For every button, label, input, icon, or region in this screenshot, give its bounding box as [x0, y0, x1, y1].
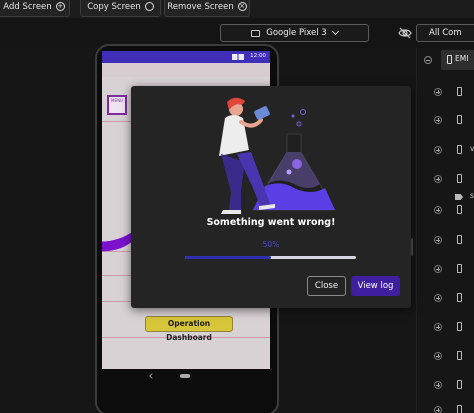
operation-dashboard-button[interactable]: Operation Dashboard — [145, 316, 233, 342]
home-nav-icon[interactable] — [180, 374, 190, 378]
tree-row[interactable] — [417, 86, 474, 100]
expand-icon[interactable] — [434, 294, 442, 302]
device-icon — [457, 145, 462, 154]
menu-icon-label: MENU — [111, 98, 123, 103]
device-selector[interactable]: Google Pixel 3 — [220, 24, 369, 42]
scientist-flask-illustration — [219, 97, 336, 214]
status-time: 12:00 — [250, 53, 266, 59]
remove-screen-button[interactable]: Remove Screen × — [164, 0, 250, 17]
component-tree-panel: EMI v s — [416, 48, 474, 413]
eye-off-icon[interactable] — [398, 27, 412, 39]
device-icon — [457, 115, 462, 124]
back-nav-icon[interactable] — [149, 373, 155, 379]
tree-row[interactable] — [417, 114, 474, 128]
expand-icon[interactable] — [434, 323, 442, 331]
close-button[interactable]: Close — [307, 276, 346, 296]
copy-screen-label: Copy Screen — [87, 1, 141, 12]
expand-icon[interactable] — [434, 352, 442, 360]
tree-row[interactable] — [417, 263, 474, 277]
progress-bar-fill — [185, 256, 271, 259]
device-icon — [457, 205, 462, 214]
tree-root-label: EMI — [455, 54, 469, 63]
progress-percent: 50% — [262, 240, 280, 249]
status-bar: 12:00 — [102, 51, 270, 63]
remove-screen-label: Remove Screen — [167, 1, 234, 12]
copy-toggle-icon — [144, 2, 154, 11]
tree-row[interactable] — [417, 204, 474, 218]
device-icon — [457, 235, 462, 244]
device-icon — [457, 380, 462, 389]
all-components-label: All Com — [429, 28, 462, 38]
plus-circle-icon: + — [55, 2, 65, 11]
device-icon — [457, 322, 462, 331]
add-screen-button[interactable]: Add Screen + — [0, 0, 70, 17]
view-log-button[interactable]: View log — [351, 276, 400, 296]
expand-icon[interactable] — [434, 146, 442, 154]
device-icon — [457, 174, 462, 183]
app-toolbar — [102, 63, 270, 77]
chevron-down-icon — [331, 27, 339, 36]
expand-icon[interactable] — [434, 406, 442, 413]
device-icon — [457, 293, 462, 302]
signal-battery-icon — [232, 54, 244, 60]
device-icon — [457, 264, 462, 273]
x-circle-icon: × — [237, 2, 247, 11]
expand-icon[interactable] — [434, 236, 442, 244]
device-selector-label: Google Pixel 3 — [266, 28, 327, 38]
menu-icon[interactable]: MENU — [107, 95, 127, 115]
expand-icon[interactable] — [434, 265, 442, 273]
device-icon — [457, 405, 462, 413]
device-icon — [457, 351, 462, 360]
tree-row[interactable] — [417, 173, 474, 187]
tree-root-row[interactable]: EMI — [417, 50, 474, 70]
expand-icon[interactable] — [434, 175, 442, 183]
device-icon — [447, 55, 452, 64]
expand-icon[interactable] — [434, 88, 442, 96]
all-components-dropdown[interactable]: All Com — [416, 24, 474, 42]
tablet-phone-icon — [251, 29, 261, 37]
tree-row-label: v — [470, 144, 474, 153]
tree-root-item[interactable]: EMI — [441, 50, 474, 70]
tree-row-label: s — [470, 191, 474, 200]
tree-row[interactable]: v — [417, 144, 474, 158]
tree-row[interactable] — [417, 321, 474, 335]
collapse-icon[interactable] — [424, 56, 432, 64]
progress-bar — [185, 256, 356, 259]
tree-row[interactable] — [417, 234, 474, 248]
top-toolbar: Add Screen + Copy Screen Remove Screen × — [0, 0, 474, 18]
error-dialog: Something went wrong! 50% Close View log — [131, 86, 411, 308]
expand-icon[interactable] — [434, 206, 442, 214]
add-screen-label: Add Screen — [3, 1, 52, 12]
expand-icon[interactable] — [434, 381, 442, 389]
phone-nav-bar — [102, 369, 270, 387]
error-message: Something went wrong! — [206, 217, 336, 228]
tree-row[interactable] — [417, 292, 474, 306]
device-icon — [457, 87, 462, 96]
tree-row[interactable] — [417, 379, 474, 393]
copy-screen-button[interactable]: Copy Screen — [80, 0, 161, 17]
tree-row[interactable] — [417, 350, 474, 364]
tree-row[interactable] — [417, 404, 474, 413]
expand-icon[interactable] — [434, 116, 442, 124]
tree-row[interactable]: s — [417, 191, 474, 205]
